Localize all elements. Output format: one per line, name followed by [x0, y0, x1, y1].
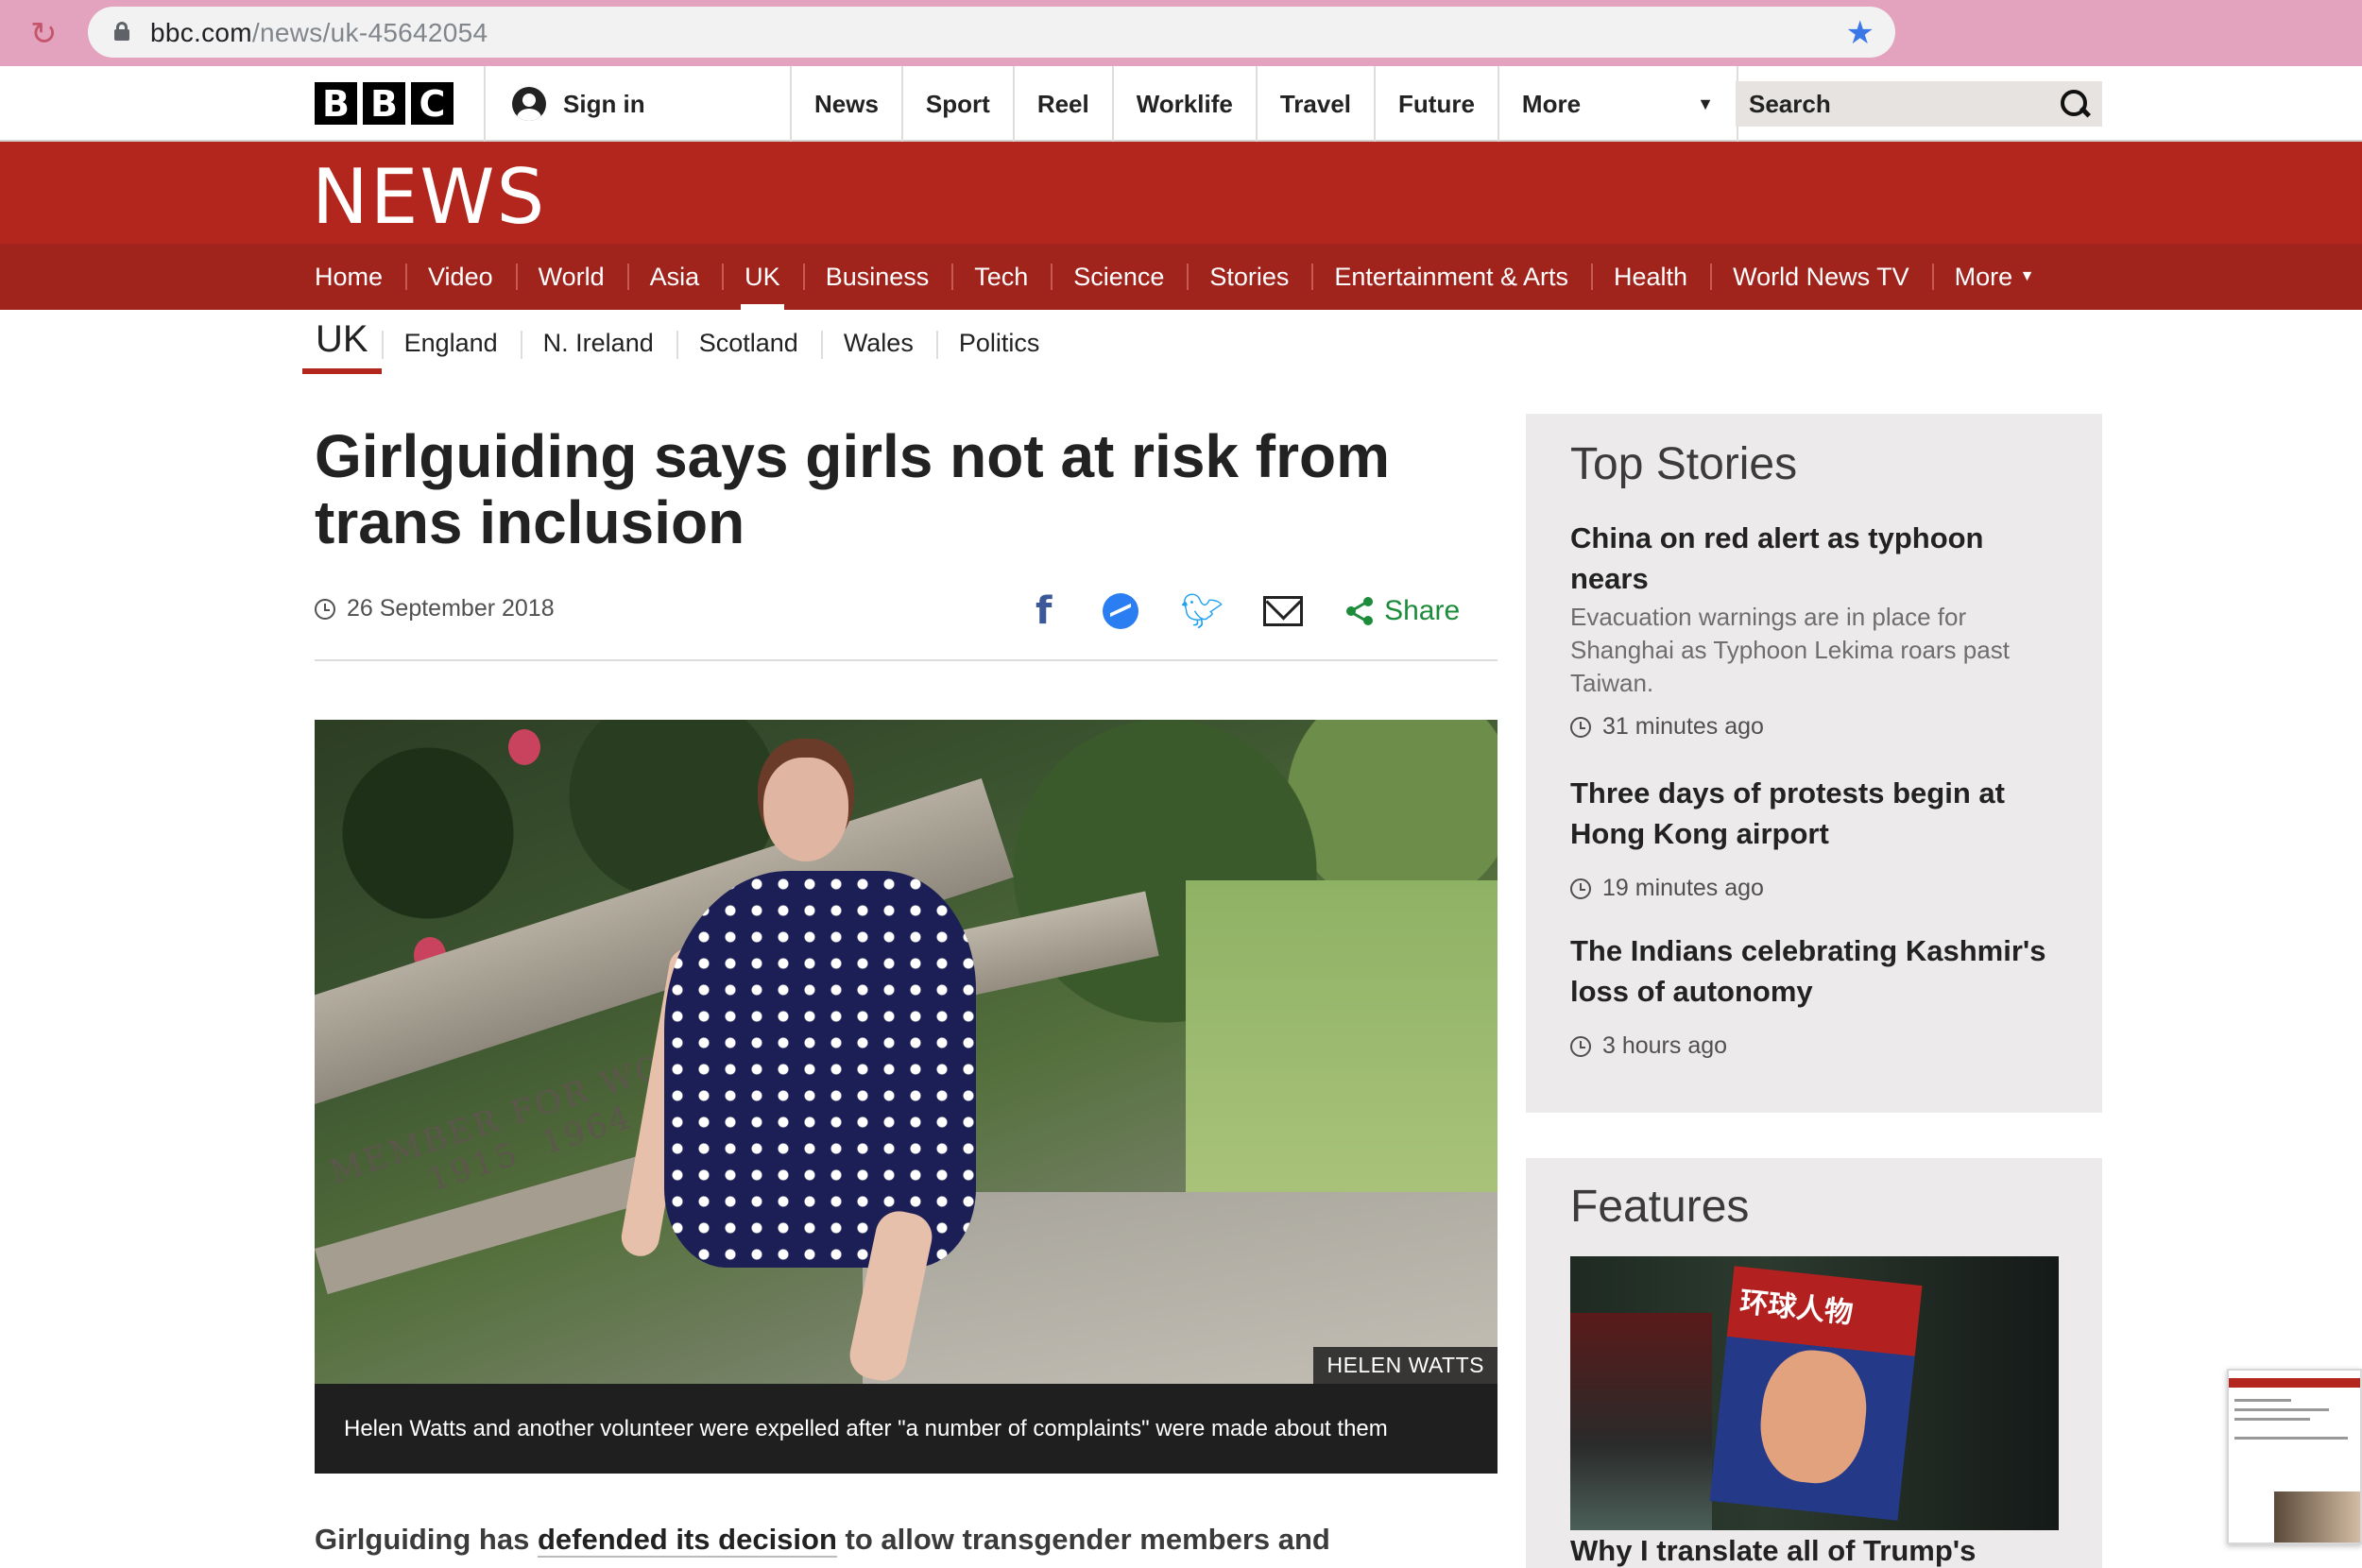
url-text[interactable]: bbc.com/news/uk-45642054 [150, 18, 488, 48]
top-story-timestamp: 19 minutes ago [1570, 875, 2062, 902]
nav-more-dropdown[interactable]: More ▼ [1497, 66, 1738, 142]
news-masthead: NEWS [0, 142, 2362, 244]
sign-in-label: Sign in [563, 89, 645, 118]
section-entertainment-arts[interactable]: Entertainment & Arts [1311, 244, 1591, 310]
nav-reel[interactable]: Reel [1012, 66, 1112, 142]
subsection-n-ireland[interactable]: N. Ireland [520, 310, 676, 376]
image-woman-seated [618, 758, 1004, 1384]
bbc-global-nav: B B C Sign in News Sport Reel Worklife T… [0, 66, 2362, 142]
messenger-icon[interactable] [1103, 593, 1139, 629]
article-date-text: 26 September 2018 [347, 595, 555, 622]
bbc-logo[interactable]: B B C [315, 82, 454, 125]
feature-image[interactable]: 环球人物 [1570, 1256, 2059, 1530]
lock-icon[interactable] [114, 22, 129, 41]
top-stories-heading: Top Stories [1570, 439, 1798, 489]
subsection-scotland[interactable]: Scotland [676, 310, 821, 376]
section-science[interactable]: Science [1051, 244, 1187, 310]
bookmark-star-icon[interactable]: ★ [1846, 14, 1874, 52]
subsection-england[interactable]: England [381, 310, 521, 376]
section-health[interactable]: Health [1591, 244, 1710, 310]
top-story-title[interactable]: China on red alert as typhoon nears [1570, 518, 2062, 599]
nav-more-label: More [1521, 89, 1582, 118]
search-label: Search [1749, 89, 1831, 118]
image-shop-shelf [1570, 1313, 1712, 1530]
image-rose [508, 729, 540, 765]
news-logo[interactable]: NEWS [312, 153, 546, 241]
twitter-icon[interactable]: 🐦︎ [1180, 591, 1224, 631]
section-more-dropdown[interactable]: More ▼ [1931, 244, 2058, 310]
section-asia[interactable]: Asia [626, 244, 723, 310]
top-story-item[interactable]: The Indians celebrating Kashmir's loss of… [1570, 930, 2062, 1060]
email-icon[interactable] [1263, 596, 1304, 626]
section-uk[interactable]: UK [722, 244, 803, 310]
clock-icon [315, 598, 335, 620]
image-lawn [1186, 880, 1498, 1192]
article-main-image: MEMBER FOR WOODFORD 1915 1964 HELEN WATT… [315, 720, 1498, 1384]
address-bar[interactable]: bbc.com/news/uk-45642054 ★ [88, 7, 1895, 58]
share-tools: f 🐦︎ Share [1036, 588, 1460, 635]
share-icon [1346, 597, 1375, 625]
top-story-summary: Evacuation warnings are in place for Shan… [1570, 603, 2010, 697]
caret-down-icon: ▼ [1697, 94, 1714, 113]
section-more-label: More [1954, 262, 2013, 291]
top-story-item[interactable]: China on red alert as typhoon nears Evacu… [1570, 518, 2062, 741]
search-box[interactable]: Search [1736, 81, 2102, 127]
article-date: 26 September 2018 [315, 595, 555, 622]
top-stories-panel: Top Stories China on red alert as typhoo… [1526, 414, 2102, 1113]
top-story-timestamp: 3 hours ago [1570, 1032, 2062, 1060]
global-nav-links: News Sport Reel Worklife Travel Future M… [790, 66, 1738, 142]
clock-icon [1570, 1035, 1591, 1057]
magazine-title: 环球人物 [1737, 1286, 1855, 1331]
section-home[interactable]: Home [315, 244, 405, 310]
divider [484, 66, 486, 142]
feature-title[interactable]: Why I translate all of Trump's [1570, 1534, 1976, 1568]
caret-down-icon: ▼ [2019, 268, 2035, 284]
screenshot-thumbnail[interactable] [2227, 1369, 2362, 1544]
features-panel: Features 环球人物 Why I translate all of Tru… [1526, 1158, 2102, 1568]
image-caption: Helen Watts and another volunteer were e… [315, 1384, 1498, 1474]
nav-travel[interactable]: Travel [1255, 66, 1374, 142]
section-business[interactable]: Business [802, 244, 952, 310]
image-credit: HELEN WATTS [1313, 1347, 1498, 1384]
browser-toolbar: ↻ bbc.com/news/uk-45642054 ★ [0, 0, 2362, 66]
news-section-nav: Home Video World Asia UK Business Tech S… [0, 244, 2362, 310]
share-button[interactable]: Share [1346, 595, 1460, 627]
facebook-icon[interactable]: f [1036, 589, 1052, 633]
top-story-item[interactable]: Three days of protests begin at Hong Kong… [1570, 773, 2062, 902]
nav-news[interactable]: News [790, 66, 901, 142]
features-heading: Features [1570, 1182, 1750, 1232]
section-world-news-tv[interactable]: World News TV [1710, 244, 1932, 310]
section-stories[interactable]: Stories [1187, 244, 1311, 310]
divider [315, 659, 1498, 661]
clock-icon [1570, 716, 1591, 738]
top-story-title[interactable]: The Indians celebrating Kashmir's loss of… [1570, 930, 2062, 1012]
nav-future[interactable]: Future [1374, 66, 1498, 142]
top-story-title[interactable]: Three days of protests begin at Hong Kong… [1570, 773, 2062, 854]
uk-subsection-nav: UK England N. Ireland Scotland Wales Pol… [302, 310, 1062, 376]
share-label: Share [1384, 595, 1461, 626]
search-icon[interactable] [2061, 90, 2089, 118]
image-magazine-cover: 环球人物 [1709, 1266, 1923, 1521]
nav-sport[interactable]: Sport [900, 66, 1013, 142]
reload-icon[interactable]: ↻ [30, 15, 58, 53]
defended-decision-link[interactable]: defended its decision [537, 1523, 837, 1558]
section-tech[interactable]: Tech [951, 244, 1051, 310]
article-headline: Girlguiding says girls not at risk from … [315, 422, 1390, 556]
top-story-timestamp: 31 minutes ago [1570, 713, 2062, 741]
subsection-current-uk[interactable]: UK [302, 310, 382, 374]
article-body-paragraph: Girlguiding has defended its decision to… [315, 1523, 1330, 1558]
nav-worklife[interactable]: Worklife [1111, 66, 1256, 142]
account-icon [512, 87, 546, 121]
sign-in-link[interactable]: Sign in [512, 87, 645, 121]
subsection-wales[interactable]: Wales [820, 310, 936, 376]
section-world[interactable]: World [515, 244, 627, 310]
subsection-politics[interactable]: Politics [935, 310, 1063, 376]
section-video[interactable]: Video [405, 244, 516, 310]
clock-icon [1570, 878, 1591, 899]
